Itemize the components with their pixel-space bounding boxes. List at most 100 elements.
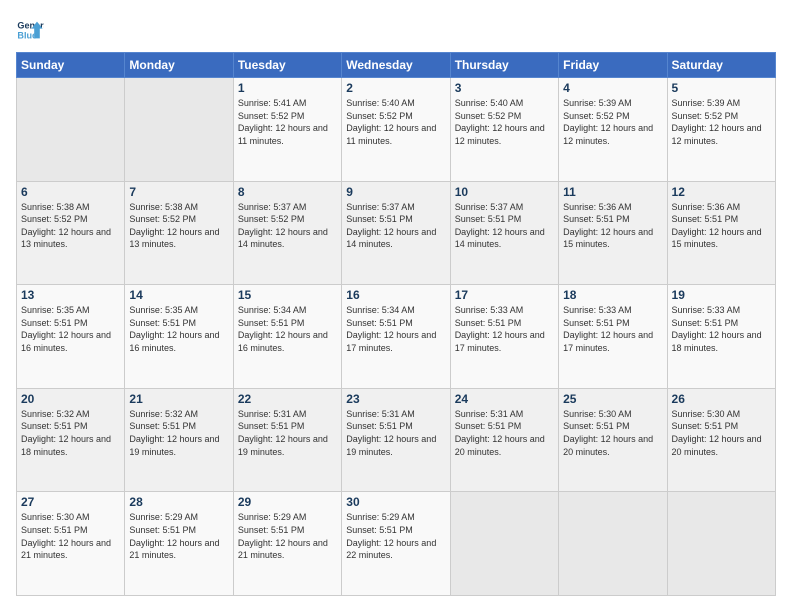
weekday-header: Monday (125, 53, 233, 78)
calendar-cell: 11 Sunrise: 5:36 AM Sunset: 5:51 PM Dayli… (559, 181, 667, 285)
calendar-cell: 22 Sunrise: 5:31 AM Sunset: 5:51 PM Dayli… (233, 388, 341, 492)
calendar-cell: 23 Sunrise: 5:31 AM Sunset: 5:51 PM Dayli… (342, 388, 450, 492)
calendar-cell: 5 Sunrise: 5:39 AM Sunset: 5:52 PM Daylig… (667, 78, 775, 182)
day-number: 2 (346, 81, 445, 95)
calendar-cell (559, 492, 667, 596)
calendar-cell (667, 492, 775, 596)
day-number: 17 (455, 288, 554, 302)
day-number: 23 (346, 392, 445, 406)
calendar-cell: 24 Sunrise: 5:31 AM Sunset: 5:51 PM Dayli… (450, 388, 558, 492)
calendar-cell: 7 Sunrise: 5:38 AM Sunset: 5:52 PM Daylig… (125, 181, 233, 285)
day-info: Sunrise: 5:30 AM Sunset: 5:51 PM Dayligh… (672, 408, 771, 458)
day-info: Sunrise: 5:36 AM Sunset: 5:51 PM Dayligh… (672, 201, 771, 251)
day-info: Sunrise: 5:39 AM Sunset: 5:52 PM Dayligh… (563, 97, 662, 147)
day-number: 30 (346, 495, 445, 509)
day-number: 28 (129, 495, 228, 509)
calendar-cell: 8 Sunrise: 5:37 AM Sunset: 5:52 PM Daylig… (233, 181, 341, 285)
calendar-cell: 26 Sunrise: 5:30 AM Sunset: 5:51 PM Dayli… (667, 388, 775, 492)
day-number: 24 (455, 392, 554, 406)
calendar-table: SundayMondayTuesdayWednesdayThursdayFrid… (16, 52, 776, 596)
day-number: 10 (455, 185, 554, 199)
day-info: Sunrise: 5:32 AM Sunset: 5:51 PM Dayligh… (21, 408, 120, 458)
calendar-cell: 20 Sunrise: 5:32 AM Sunset: 5:51 PM Dayli… (17, 388, 125, 492)
day-info: Sunrise: 5:29 AM Sunset: 5:51 PM Dayligh… (129, 511, 228, 561)
day-number: 27 (21, 495, 120, 509)
day-number: 11 (563, 185, 662, 199)
calendar-cell: 4 Sunrise: 5:39 AM Sunset: 5:52 PM Daylig… (559, 78, 667, 182)
calendar-cell: 15Sunrise: 5:34 AM Sunset: 5:51 PM Dayli… (233, 285, 341, 389)
day-info: Sunrise: 5:31 AM Sunset: 5:51 PM Dayligh… (346, 408, 445, 458)
day-number: 3 (455, 81, 554, 95)
day-number: 14 (129, 288, 228, 302)
calendar-cell: 28 Sunrise: 5:29 AM Sunset: 5:51 PM Dayli… (125, 492, 233, 596)
day-number: 5 (672, 81, 771, 95)
day-number: 29 (238, 495, 337, 509)
day-number: 12 (672, 185, 771, 199)
calendar-cell: 14 Sunrise: 5:35 AM Sunset: 5:51 PM Dayli… (125, 285, 233, 389)
weekday-header: Thursday (450, 53, 558, 78)
calendar-cell: 3 Sunrise: 5:40 AM Sunset: 5:52 PM Daylig… (450, 78, 558, 182)
day-number: 1 (238, 81, 337, 95)
day-info: Sunrise: 5:37 AM Sunset: 5:51 PM Dayligh… (455, 201, 554, 251)
day-number: 6 (21, 185, 120, 199)
day-number: 26 (672, 392, 771, 406)
day-number: 20 (21, 392, 120, 406)
calendar-cell: 12 Sunrise: 5:36 AM Sunset: 5:51 PM Dayli… (667, 181, 775, 285)
day-number: 18 (563, 288, 662, 302)
day-number: 21 (129, 392, 228, 406)
header: General Blue (16, 16, 776, 44)
calendar-cell (125, 78, 233, 182)
calendar-cell: 1 Sunrise: 5:41 AM Sunset: 5:52 PM Daylig… (233, 78, 341, 182)
calendar-cell: 25 Sunrise: 5:30 AM Sunset: 5:51 PM Dayli… (559, 388, 667, 492)
day-number: 8 (238, 185, 337, 199)
calendar-cell: 27 Sunrise: 5:30 AM Sunset: 5:51 PM Dayli… (17, 492, 125, 596)
day-number: 4 (563, 81, 662, 95)
day-info: Sunrise: 5:31 AM Sunset: 5:51 PM Dayligh… (238, 408, 337, 458)
calendar-cell: 17 Sunrise: 5:33 AM Sunset: 5:51 PM Dayli… (450, 285, 558, 389)
day-number: 7 (129, 185, 228, 199)
day-info: Sunrise: 5:35 AM Sunset: 5:51 PM Dayligh… (129, 304, 228, 354)
day-info: Sunrise: 5:33 AM Sunset: 5:51 PM Dayligh… (455, 304, 554, 354)
weekday-header: Wednesday (342, 53, 450, 78)
day-info: Sunrise: 5:37 AM Sunset: 5:52 PM Dayligh… (238, 201, 337, 251)
day-info: Sunrise: 5:38 AM Sunset: 5:52 PM Dayligh… (21, 201, 120, 251)
day-info: Sunrise: 5:32 AM Sunset: 5:51 PM Dayligh… (129, 408, 228, 458)
calendar-cell: 9 Sunrise: 5:37 AM Sunset: 5:51 PM Daylig… (342, 181, 450, 285)
day-info: Sunrise: 5:29 AM Sunset: 5:51 PM Dayligh… (346, 511, 445, 561)
day-info: Sunrise: 5:41 AM Sunset: 5:52 PM Dayligh… (238, 97, 337, 147)
day-number: 16 (346, 288, 445, 302)
calendar-cell: 10 Sunrise: 5:37 AM Sunset: 5:51 PM Dayli… (450, 181, 558, 285)
calendar-cell: 29Sunrise: 5:29 AM Sunset: 5:51 PM Dayli… (233, 492, 341, 596)
day-info: Sunrise: 5:37 AM Sunset: 5:51 PM Dayligh… (346, 201, 445, 251)
logo-icon: General Blue (16, 16, 44, 44)
weekday-header: Sunday (17, 53, 125, 78)
day-info: Sunrise: 5:30 AM Sunset: 5:51 PM Dayligh… (563, 408, 662, 458)
day-info: Sunrise: 5:30 AM Sunset: 5:51 PM Dayligh… (21, 511, 120, 561)
calendar-cell (450, 492, 558, 596)
weekday-header: Tuesday (233, 53, 341, 78)
day-info: Sunrise: 5:39 AM Sunset: 5:52 PM Dayligh… (672, 97, 771, 147)
day-info: Sunrise: 5:33 AM Sunset: 5:51 PM Dayligh… (672, 304, 771, 354)
day-number: 22 (238, 392, 337, 406)
calendar-cell: 16Sunrise: 5:34 AM Sunset: 5:51 PM Dayli… (342, 285, 450, 389)
calendar-cell: 18 Sunrise: 5:33 AM Sunset: 5:51 PM Dayli… (559, 285, 667, 389)
day-info: Sunrise: 5:40 AM Sunset: 5:52 PM Dayligh… (455, 97, 554, 147)
day-number: 19 (672, 288, 771, 302)
calendar-cell: 2Sunrise: 5:40 AM Sunset: 5:52 PM Daylig… (342, 78, 450, 182)
calendar-cell: 6 Sunrise: 5:38 AM Sunset: 5:52 PM Daylig… (17, 181, 125, 285)
day-number: 9 (346, 185, 445, 199)
day-info: Sunrise: 5:31 AM Sunset: 5:51 PM Dayligh… (455, 408, 554, 458)
day-info: Sunrise: 5:36 AM Sunset: 5:51 PM Dayligh… (563, 201, 662, 251)
calendar-cell: 13 Sunrise: 5:35 AM Sunset: 5:51 PM Dayli… (17, 285, 125, 389)
day-number: 13 (21, 288, 120, 302)
calendar-cell: 30 Sunrise: 5:29 AM Sunset: 5:51 PM Dayli… (342, 492, 450, 596)
day-info: Sunrise: 5:33 AM Sunset: 5:51 PM Dayligh… (563, 304, 662, 354)
weekday-header: Friday (559, 53, 667, 78)
day-info: Sunrise: 5:35 AM Sunset: 5:51 PM Dayligh… (21, 304, 120, 354)
logo: General Blue (16, 16, 44, 44)
weekday-header: Saturday (667, 53, 775, 78)
day-number: 25 (563, 392, 662, 406)
svg-text:Blue: Blue (17, 30, 37, 40)
day-info: Sunrise: 5:34 AM Sunset: 5:51 PM Dayligh… (238, 304, 337, 354)
day-info: Sunrise: 5:38 AM Sunset: 5:52 PM Dayligh… (129, 201, 228, 251)
